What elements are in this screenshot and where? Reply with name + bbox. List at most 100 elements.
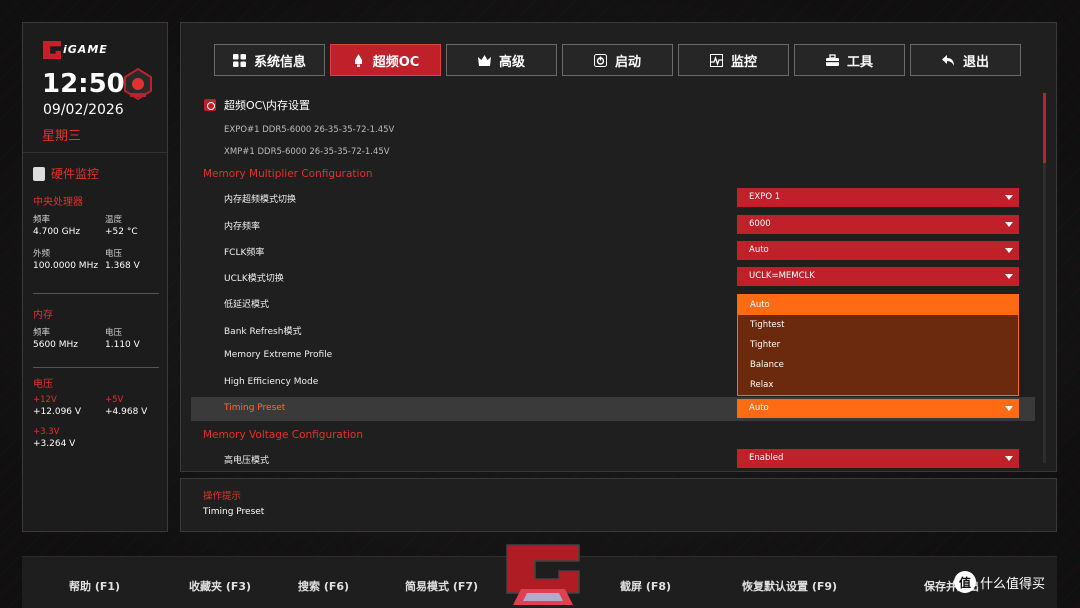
- rocket-icon: [354, 53, 362, 67]
- v33-value: +3.264 V: [33, 439, 76, 449]
- mem-freq-label: 频率: [33, 328, 51, 338]
- select-value: Auto: [749, 245, 769, 255]
- hardware-monitor-title: 硬件监控: [33, 165, 99, 182]
- mem-volt-value: 1.110 V: [105, 340, 140, 350]
- tab-monitor[interactable]: 监控: [678, 44, 789, 76]
- memory-oc-mode-select[interactable]: EXPO 1: [737, 188, 1019, 207]
- dropdown-arrow-icon: [1005, 406, 1013, 411]
- top-tabs: 系统信息 超频OC 高级 启动 监控 工具 退出: [214, 44, 1021, 76]
- setting-label: 低延迟模式: [224, 300, 270, 310]
- fclk-select[interactable]: Auto: [737, 241, 1019, 260]
- dropdown-option-relax[interactable]: Relax: [738, 375, 1018, 395]
- setting-label: 高电压模式: [224, 456, 270, 466]
- v12-label: +12V: [33, 395, 57, 405]
- uclk-select[interactable]: UCLK=MEMCLK: [737, 267, 1019, 286]
- tab-label: 监控: [730, 54, 757, 70]
- cpu-freq-value: 4.700 GHz: [33, 227, 81, 237]
- function-key-bar: 帮助 (F1) 收藏夹 (F3) 搜索 (F6) 简易模式 (F7) 截屏 (F…: [22, 544, 1057, 608]
- tab-label: 高级: [498, 54, 525, 70]
- toolbox-icon: [825, 53, 839, 66]
- search-key-button[interactable]: 搜索 (F6): [298, 578, 349, 594]
- v5-value: +4.968 V: [105, 407, 148, 417]
- hardware-monitor-label: 硬件监控: [51, 167, 100, 181]
- setting-label: Bank Refresh模式: [224, 327, 302, 337]
- help-panel: 操作提示 Timing Preset: [180, 478, 1057, 532]
- setting-row-memory-oc-mode[interactable]: 内存超频模式切换 EXPO 1: [191, 186, 1035, 210]
- dropdown-option-auto[interactable]: Auto: [738, 295, 1018, 315]
- tab-exit[interactable]: 退出: [910, 44, 1021, 76]
- load-defaults-key-button[interactable]: 恢复默认设置 (F9): [742, 578, 837, 594]
- voltage-heading: 电压: [33, 379, 53, 390]
- screenshot-key-button[interactable]: 截屏 (F8): [620, 578, 671, 594]
- cpu-bclk-value: 100.0000 MHz: [33, 261, 99, 271]
- setting-row-high-voltage-mode[interactable]: 高电压模式 Enabled: [191, 447, 1035, 471]
- dropdown-arrow-icon: [1005, 222, 1013, 227]
- dropdown-option-tightest[interactable]: Tightest: [738, 315, 1018, 335]
- power-icon: [593, 53, 607, 67]
- igame-logo-icon: [43, 41, 61, 59]
- igame-center-logo-icon: [506, 544, 580, 605]
- crown-icon: [477, 54, 491, 66]
- tab-advanced[interactable]: 高级: [446, 44, 557, 76]
- easy-mode-key-button[interactable]: 简易模式 (F7): [405, 578, 478, 594]
- setting-row-fclk[interactable]: FCLK频率 Auto: [191, 239, 1035, 263]
- tab-label: 退出: [962, 54, 989, 70]
- select-value: Auto: [749, 403, 769, 413]
- dropdown-option-tighter[interactable]: Tighter: [738, 335, 1018, 355]
- timing-preset-select[interactable]: Auto: [737, 399, 1019, 418]
- setting-label: FCLK频率: [224, 248, 265, 258]
- cpu-freq-label: 频率: [33, 215, 51, 225]
- breadcrumb-text: 超频OC\内存设置: [224, 99, 311, 112]
- setting-label: 内存超频模式切换: [224, 195, 297, 205]
- mem-freq-value: 5600 MHz: [33, 340, 79, 350]
- clock-date: 09/02/2026: [43, 102, 124, 118]
- cpu-section: 中央处理器 频率 温度 4.700 GHz +52 °C 外频 电压 100.0…: [33, 193, 165, 279]
- setting-label: Memory Extreme Profile: [224, 350, 333, 360]
- favorites-key-button[interactable]: 收藏夹 (F3): [189, 578, 251, 594]
- v12-value: +12.096 V: [33, 407, 82, 417]
- setting-row-timing-preset[interactable]: Timing Preset Auto: [191, 397, 1035, 421]
- help-title: 操作提示: [203, 491, 242, 502]
- memory-frequency-select[interactable]: 6000: [737, 215, 1019, 234]
- scrollbar[interactable]: [1043, 93, 1046, 463]
- clock-weekday: 星期三: [42, 129, 82, 144]
- cpu-volt-value: 1.368 V: [105, 261, 140, 271]
- watermark-text: 什么值得买: [979, 576, 1045, 592]
- setting-row-memory-frequency[interactable]: 内存频率 6000: [191, 213, 1035, 237]
- cpu-heading: 中央处理器: [33, 197, 83, 208]
- clock-panel: iGAME 12:50 09/02/2026 星期三: [23, 23, 167, 153]
- clock-time: 12:50: [42, 69, 125, 99]
- help-text: Timing Preset: [203, 507, 265, 517]
- memory-voltage-heading: Memory Voltage Configuration: [203, 429, 363, 441]
- dropdown-arrow-icon: [1005, 274, 1013, 279]
- v33-label: +3.3V: [33, 427, 60, 437]
- setting-label: 内存频率: [224, 222, 261, 232]
- xmp-profile-info: XMP#1 DDR5-6000 26-35-35-72-1.45V: [224, 147, 390, 157]
- voltage-section: 电压 +12V +5V +12.096 V +4.968 V +3.3V +3.…: [33, 375, 165, 457]
- setting-label: High Efficiency Mode: [224, 377, 319, 387]
- settings-panel: 系统信息 超频OC 高级 启动 监控 工具 退出 超频OC\内存设置 EXPO#…: [180, 22, 1057, 472]
- scrollbar-thumb[interactable]: [1043, 93, 1046, 163]
- tab-system-info[interactable]: 系统信息: [214, 44, 325, 76]
- tab-boot[interactable]: 启动: [562, 44, 673, 76]
- divider: [33, 367, 159, 368]
- select-value: Enabled: [749, 453, 784, 463]
- high-voltage-mode-select[interactable]: Enabled: [737, 449, 1019, 468]
- cpu-temp-value: +52 °C: [105, 227, 138, 237]
- cpu-bclk-label: 外频: [33, 249, 51, 259]
- hardware-sidebar: iGAME 12:50 09/02/2026 星期三 硬件监控 中央处理器 频率…: [22, 22, 168, 532]
- select-value: 6000: [749, 219, 771, 229]
- dropdown-option-balance[interactable]: Balance: [738, 355, 1018, 375]
- back-arrow-icon: [941, 54, 954, 66]
- setting-label: UCLK模式切换: [224, 274, 284, 284]
- setting-row-uclk[interactable]: UCLK模式切换 UCLK=MEMCLK: [191, 265, 1035, 289]
- watermark-badge-icon: 值: [953, 571, 976, 593]
- tab-tools[interactable]: 工具: [794, 44, 905, 76]
- cpu-temp-label: 温度: [105, 215, 123, 225]
- tab-label: 超频OC: [372, 54, 420, 70]
- dropdown-arrow-icon: [1005, 456, 1013, 461]
- help-key-button[interactable]: 帮助 (F1): [69, 578, 120, 594]
- setting-label: Timing Preset: [224, 403, 286, 413]
- tab-overclock[interactable]: 超频OC: [330, 44, 441, 76]
- select-value: EXPO 1: [749, 192, 781, 202]
